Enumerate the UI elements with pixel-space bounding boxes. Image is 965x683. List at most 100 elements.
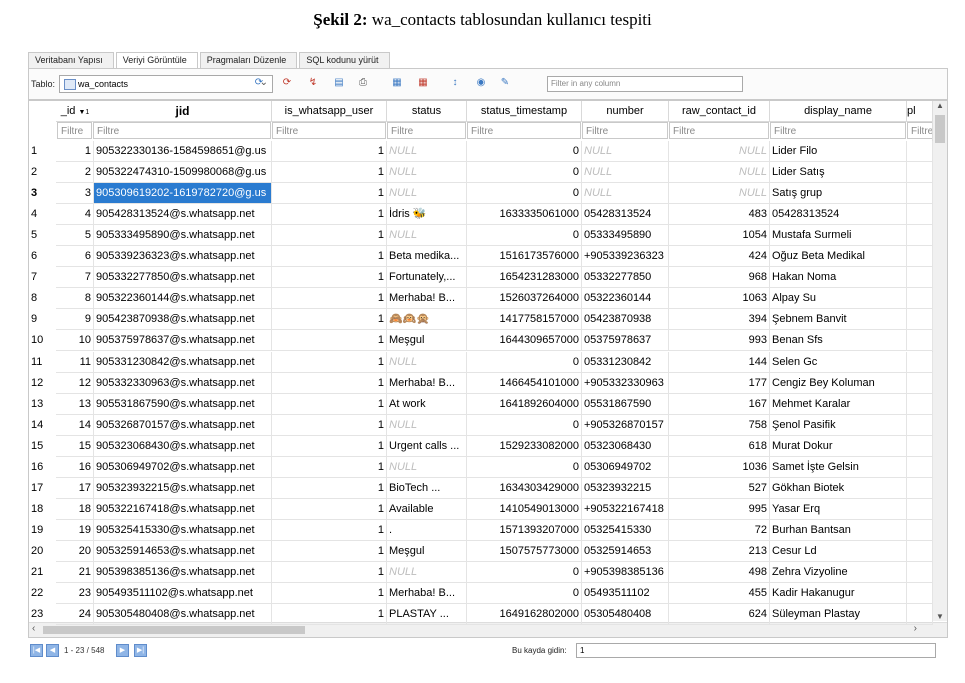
row-number[interactable]: 14	[31, 419, 43, 431]
cell-status-timestamp[interactable]: 1649162802000	[467, 604, 582, 626]
tab-execute-sql[interactable]: SQL kodunu yürüt	[299, 52, 390, 68]
tab-database-structure[interactable]: Veritabanı Yapısı	[28, 52, 114, 68]
delete-record-icon[interactable]: ▦	[417, 77, 429, 89]
cell-number[interactable]: 05423870938	[582, 309, 669, 331]
cell-status[interactable]: NULL	[387, 414, 467, 436]
cell-pl[interactable]	[907, 604, 933, 626]
cell-jid[interactable]: 905375978637@s.whatsapp.net	[94, 330, 272, 352]
row-number[interactable]: 4	[31, 208, 37, 220]
cell-id[interactable]: 1	[56, 141, 94, 162]
cell-jid[interactable]: 905333495890@s.whatsapp.net	[94, 225, 272, 247]
cell-number[interactable]: 05531867590	[582, 393, 669, 415]
cell-is-whatsapp-user[interactable]: 1	[272, 540, 387, 562]
cell-id[interactable]: 6	[56, 246, 94, 268]
cell-jid[interactable]: 905323068430@s.whatsapp.net	[94, 435, 272, 457]
cell-id[interactable]: 5	[56, 225, 94, 247]
cell-raw-contact-id[interactable]: 177	[669, 372, 770, 394]
cell-status[interactable]: NULL	[387, 562, 467, 583]
cell-pl[interactable]	[907, 477, 933, 499]
cell-jid[interactable]: 905331230842@s.whatsapp.net	[94, 351, 272, 373]
cell-display-name[interactable]: Selen Gc	[770, 351, 907, 373]
row-number[interactable]: 5	[31, 229, 37, 241]
cell-status-timestamp[interactable]: 1571393207000	[467, 519, 582, 541]
row-number[interactable]: 16	[31, 461, 43, 473]
row-number[interactable]: 20	[31, 545, 43, 557]
cell-pl[interactable]	[907, 435, 933, 457]
cell-status-timestamp[interactable]: 0	[467, 456, 582, 478]
cell-raw-contact-id[interactable]: 455	[669, 583, 770, 605]
cell-jid[interactable]: 905325914653@s.whatsapp.net	[94, 540, 272, 562]
cell-status-timestamp[interactable]: 1516173576000	[467, 246, 582, 268]
row-number[interactable]: 19	[31, 524, 43, 536]
cell-jid[interactable]: 905322474310-1509980068@g.us	[94, 162, 272, 184]
column-header-status[interactable]: status	[387, 101, 467, 122]
cell-display-name[interactable]: Mustafa Surmeli	[770, 225, 907, 247]
cell-status[interactable]: NULL	[387, 351, 467, 373]
scroll-down-icon[interactable]: ▼	[933, 612, 947, 621]
cell-status[interactable]: Beta medika...	[387, 246, 467, 268]
cell-jid[interactable]: 905531867590@s.whatsapp.net	[94, 393, 272, 415]
save-table-icon[interactable]: ▤	[333, 77, 345, 89]
cell-status[interactable]: Fortunately,...	[387, 267, 467, 289]
filter-is-whatsapp-user[interactable]: Filtre	[272, 122, 386, 139]
cell-pl[interactable]	[907, 562, 933, 583]
cell-status-timestamp[interactable]: 0	[467, 225, 582, 247]
replace-icon[interactable]: ✎	[499, 77, 511, 89]
cell-id[interactable]: 10	[56, 330, 94, 352]
cell-raw-contact-id[interactable]: 167	[669, 393, 770, 415]
cell-id[interactable]: 11	[56, 351, 94, 373]
cell-jid[interactable]: 905423870938@s.whatsapp.net	[94, 309, 272, 331]
cell-id[interactable]: 12	[56, 372, 94, 394]
next-page-icon[interactable]: ▶	[116, 644, 129, 657]
row-number[interactable]: 17	[31, 482, 43, 494]
cell-display-name[interactable]: Satış grup	[770, 183, 907, 205]
filter-display-name[interactable]: Filtre	[770, 122, 906, 139]
cell-number[interactable]: NULL	[582, 162, 669, 184]
cell-pl[interactable]	[907, 225, 933, 247]
row-number[interactable]: 22	[31, 587, 43, 599]
cell-status-timestamp[interactable]: 0	[467, 183, 582, 205]
cell-status[interactable]: Merhaba! B...	[387, 288, 467, 310]
cell-display-name[interactable]: Zehra Vizyoline	[770, 562, 907, 583]
cell-number[interactable]: 05428313524	[582, 204, 669, 226]
insert-record-icon[interactable]: ▦	[391, 77, 403, 89]
cell-status-timestamp[interactable]: 1654231283000	[467, 267, 582, 289]
filter-status-timestamp[interactable]: Filtre	[467, 122, 581, 139]
cell-is-whatsapp-user[interactable]: 1	[272, 456, 387, 478]
cell-display-name[interactable]: Lider Filo	[770, 141, 907, 162]
row-number[interactable]: 12	[31, 377, 43, 389]
cell-status[interactable]: At work	[387, 393, 467, 415]
cell-raw-contact-id[interactable]: 483	[669, 204, 770, 226]
cell-pl[interactable]	[907, 141, 933, 162]
first-page-icon[interactable]: |◀	[30, 644, 43, 657]
cell-is-whatsapp-user[interactable]: 1	[272, 162, 387, 184]
cell-raw-contact-id[interactable]: NULL	[669, 141, 770, 162]
cell-is-whatsapp-user[interactable]: 1	[272, 246, 387, 268]
cell-pl[interactable]	[907, 498, 933, 520]
cell-is-whatsapp-user[interactable]: 1	[272, 519, 387, 541]
vertical-scrollbar[interactable]: ▲ ▼	[932, 101, 947, 621]
cell-display-name[interactable]: 05428313524	[770, 204, 907, 226]
column-header-raw-contact-id[interactable]: raw_contact_id	[669, 101, 770, 122]
cell-id[interactable]: 3	[56, 183, 94, 205]
cell-is-whatsapp-user[interactable]: 1	[272, 225, 387, 247]
cell-id[interactable]: 20	[56, 540, 94, 562]
cell-number[interactable]: NULL	[582, 141, 669, 162]
cell-status[interactable]: 🙈🙉🙊	[387, 309, 467, 331]
cell-display-name[interactable]: Lider Satış	[770, 162, 907, 184]
cell-id[interactable]: 14	[56, 414, 94, 436]
scroll-left-icon[interactable]: ‹	[32, 623, 35, 634]
cell-raw-contact-id[interactable]: 618	[669, 435, 770, 457]
cell-number[interactable]: 05325914653	[582, 540, 669, 562]
cell-pl[interactable]	[907, 540, 933, 562]
cell-is-whatsapp-user[interactable]: 1	[272, 498, 387, 520]
cell-status-timestamp[interactable]: 0	[467, 562, 582, 583]
cell-status-timestamp[interactable]: 1529233082000	[467, 435, 582, 457]
cell-jid[interactable]: 905326870157@s.whatsapp.net	[94, 414, 272, 436]
row-number[interactable]: 9	[31, 313, 37, 325]
cell-status-timestamp[interactable]: 1417758157000	[467, 309, 582, 331]
cell-raw-contact-id[interactable]: 498	[669, 562, 770, 583]
cell-raw-contact-id[interactable]: NULL	[669, 183, 770, 205]
cell-number[interactable]: 05325415330	[582, 519, 669, 541]
cell-display-name[interactable]: Samet İşte Gelsin	[770, 456, 907, 478]
